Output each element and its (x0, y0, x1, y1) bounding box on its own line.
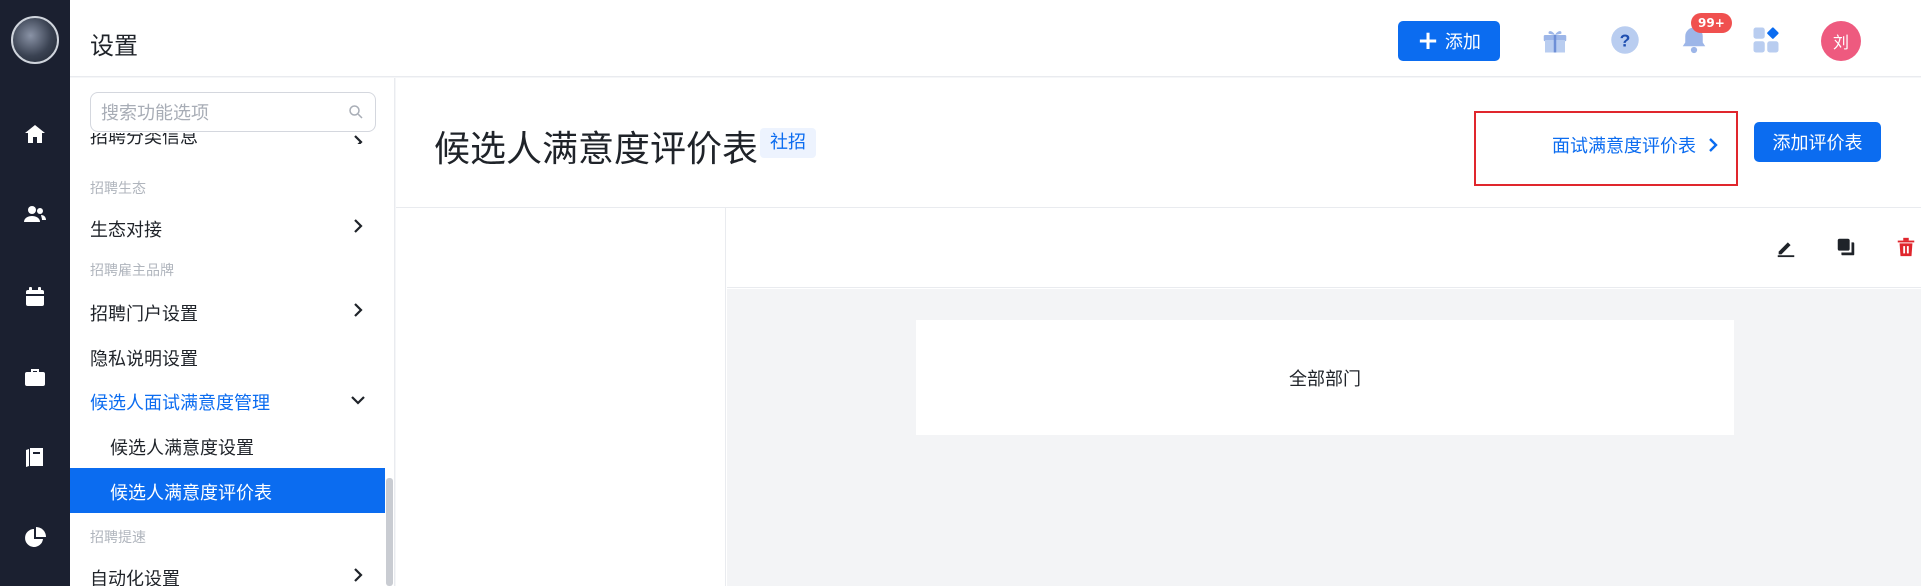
app-root: 设置 + 添加 ? 99+ 刘 招聘分类信息 招聘生态 生态对接 招聘雇主 (0, 0, 1921, 586)
sidebar-item-satisfaction-form[interactable]: 候选人满意度评价表 (70, 468, 385, 513)
chevron-right-icon (350, 134, 366, 144)
chevron-down-icon (350, 392, 366, 408)
user-avatar[interactable]: 刘 (1821, 21, 1861, 61)
delete-icon[interactable] (1893, 234, 1919, 260)
copy-icon[interactable] (1833, 234, 1859, 260)
chevron-right-icon (350, 302, 366, 318)
pie-chart-icon[interactable] (23, 526, 47, 550)
calendar-icon[interactable] (23, 285, 47, 309)
sidebar-scrollbar[interactable] (386, 478, 393, 586)
sidebar-item-eco-integration[interactable]: 生态对接 (90, 216, 162, 242)
main-content: 候选人满意度评价表 社招 面试满意度评价表 添加评价表 全部部门 (396, 78, 1921, 586)
book-icon[interactable] (23, 445, 47, 469)
sidebar-item-label: 候选人满意度评价表 (110, 483, 272, 504)
apps-icon[interactable] (1750, 24, 1782, 56)
people-icon[interactable] (23, 202, 47, 226)
search-box (90, 92, 376, 132)
panel-toolbar (727, 208, 1921, 288)
add-button[interactable]: + 添加 (1398, 21, 1500, 61)
chevron-right-icon (350, 567, 366, 583)
sidebar-item-satisfaction-mgmt[interactable]: 候选人面试满意度管理 (90, 389, 270, 415)
sidebar-item-satisfaction-settings[interactable]: 候选人满意度设置 (110, 434, 254, 460)
gift-icon[interactable] (1539, 24, 1571, 56)
nav-rail (0, 0, 70, 586)
sidebar-group-ecosystem: 招聘生态 (90, 181, 146, 197)
department-card[interactable]: 全部部门 (916, 320, 1734, 435)
add-button-label: 添加 (1444, 32, 1481, 53)
form-list-column (396, 208, 726, 586)
search-input[interactable] (101, 101, 341, 125)
sidebar-group-speedup: 招聘提速 (90, 530, 146, 546)
sidebar-item-label: 招聘分类信息 (90, 133, 198, 147)
sidebar-item-privacy[interactable]: 隐私说明设置 (90, 345, 198, 371)
notification-badge: 99+ (1691, 13, 1732, 33)
plus-icon: + (1417, 26, 1439, 56)
page-title: 设置 (90, 32, 138, 60)
help-icon[interactable]: ? (1609, 24, 1641, 56)
category-tag: 社招 (760, 128, 816, 158)
chevron-right-icon (350, 218, 366, 234)
chevron-right-icon (1709, 138, 1718, 152)
home-icon[interactable] (23, 122, 47, 146)
top-bar: 设置 + 添加 ? 99+ 刘 (70, 0, 1921, 77)
search-icon[interactable] (347, 103, 365, 121)
content-title: 候选人满意度评价表 (434, 129, 759, 170)
add-form-button[interactable]: 添加评价表 (1754, 122, 1881, 162)
sidebar-item-automation[interactable]: 自动化设置 (90, 565, 180, 586)
panel-body: 全部部门 (727, 289, 1921, 586)
briefcase-icon[interactable] (23, 365, 47, 389)
company-logo[interactable] (11, 16, 59, 64)
link-label: 面试满意度评价表 (1552, 136, 1696, 157)
sidebar-group-employer-brand: 招聘雇主品牌 (90, 263, 174, 279)
interview-satisfaction-link[interactable]: 面试满意度评价表 (1552, 132, 1720, 158)
svg-text:?: ? (1620, 30, 1631, 50)
settings-sidebar: 招聘分类信息 招聘生态 生态对接 招聘雇主品牌 招聘门户设置 隐私说明设置 候选… (70, 78, 395, 586)
edit-icon[interactable] (1773, 234, 1799, 260)
sidebar-item-portal-settings[interactable]: 招聘门户设置 (90, 300, 198, 326)
sidebar-item-recruit-category[interactable]: 招聘分类信息 (90, 133, 198, 147)
